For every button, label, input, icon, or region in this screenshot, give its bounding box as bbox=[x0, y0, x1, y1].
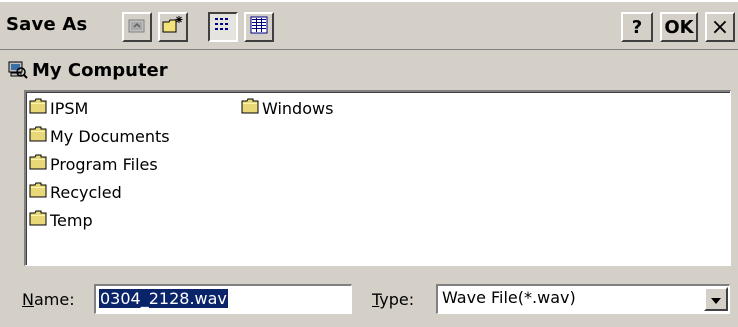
location-text: My Computer bbox=[32, 60, 168, 81]
name-label-text: ame: bbox=[33, 290, 75, 309]
type-dropdown-button[interactable] bbox=[704, 287, 728, 311]
ok-button[interactable]: OK bbox=[660, 12, 698, 42]
save-as-dialog: Save As ? OK × My Computer IPSM My Docum… bbox=[0, 0, 738, 327]
name-input-value: 0304_2128.wav bbox=[99, 289, 228, 308]
name-input[interactable]: 0304_2128.wav bbox=[94, 284, 352, 314]
dialog-title: Save As bbox=[6, 14, 88, 35]
folder-icon bbox=[29, 126, 47, 146]
folder-label: Windows bbox=[262, 98, 334, 118]
list-item[interactable]: Temp bbox=[29, 209, 93, 231]
list-item[interactable]: Program Files bbox=[29, 153, 158, 175]
folder-label: Program Files bbox=[50, 154, 158, 174]
type-label: Type: bbox=[372, 290, 414, 309]
file-list-area: IPSM My Documents Program Files Recycled… bbox=[26, 92, 730, 265]
folder-icon bbox=[241, 98, 259, 118]
list-item[interactable]: IPSM bbox=[29, 97, 88, 119]
details-view-icon bbox=[249, 15, 269, 39]
list-item[interactable]: My Documents bbox=[29, 125, 170, 147]
up-folder-button[interactable] bbox=[122, 12, 152, 42]
folder-icon bbox=[29, 210, 47, 230]
folder-label: IPSM bbox=[50, 98, 89, 118]
name-label: Name: bbox=[22, 290, 75, 309]
type-label-text: ype: bbox=[379, 290, 415, 309]
type-select[interactable]: Wave File(*.wav) bbox=[436, 284, 730, 314]
folder-icon bbox=[29, 154, 47, 174]
details-view-button[interactable] bbox=[244, 12, 274, 42]
location-bar: My Computer bbox=[0, 52, 738, 88]
type-select-value: Wave File(*.wav) bbox=[442, 288, 576, 307]
list-item[interactable]: Recycled bbox=[29, 181, 122, 203]
my-computer-icon bbox=[8, 60, 28, 84]
close-button[interactable]: × bbox=[705, 12, 735, 42]
list-view-button[interactable] bbox=[208, 12, 238, 42]
folder-label: Temp bbox=[50, 210, 93, 230]
list-item[interactable]: Windows bbox=[241, 97, 333, 119]
help-button[interactable]: ? bbox=[621, 12, 653, 42]
folder-label: Recycled bbox=[50, 182, 122, 202]
title-bar: Save As ? OK × bbox=[0, 0, 738, 50]
folder-icon bbox=[29, 182, 47, 202]
new-folder-button[interactable] bbox=[158, 12, 188, 42]
up-folder-icon bbox=[127, 15, 147, 39]
file-list[interactable]: IPSM My Documents Program Files Recycled… bbox=[24, 90, 731, 266]
folder-label: My Documents bbox=[50, 126, 170, 146]
list-view-icon bbox=[213, 15, 233, 39]
name-label-mnemonic: N bbox=[22, 290, 34, 309]
new-folder-icon bbox=[162, 15, 184, 39]
folder-icon bbox=[29, 98, 47, 118]
chevron-down-icon bbox=[710, 290, 722, 309]
